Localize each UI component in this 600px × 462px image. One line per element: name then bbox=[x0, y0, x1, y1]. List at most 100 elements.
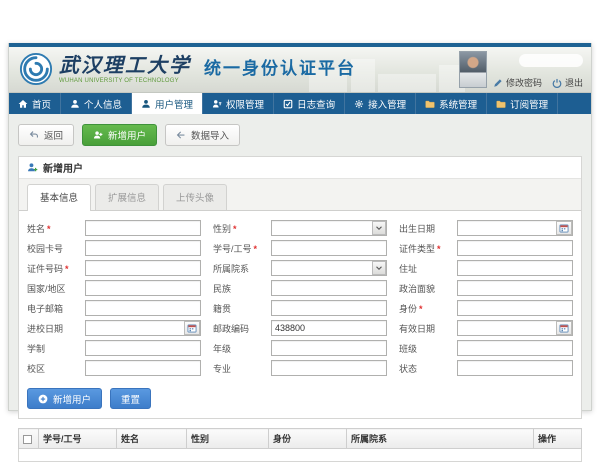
app-window: 武汉理工大学 WUHAN UNIVERSITY OF TECHNOLOGY 统一… bbox=[8, 43, 592, 411]
id-number-input[interactable] bbox=[85, 260, 201, 276]
native-place-input[interactable] bbox=[271, 300, 387, 316]
tab-extended-info[interactable]: 扩展信息 bbox=[95, 184, 159, 210]
table-col-department[interactable]: 所属院系 bbox=[347, 429, 534, 449]
form-tabs: 基本信息扩展信息上传头像 bbox=[19, 179, 581, 211]
department-select[interactable] bbox=[271, 260, 387, 276]
calendar-icon[interactable] bbox=[556, 221, 572, 235]
postal-code-input[interactable] bbox=[271, 320, 387, 336]
nav-tab-users[interactable]: 用户管理 bbox=[132, 93, 203, 114]
add-user-icon bbox=[93, 130, 103, 140]
table-header-row: 学号/工号姓名性别身份所属院系操作 bbox=[19, 429, 582, 449]
gear-icon bbox=[354, 99, 364, 109]
nav-tab-label: 权限管理 bbox=[226, 97, 264, 111]
change-password-label: 修改密码 bbox=[506, 76, 542, 89]
folder-icon bbox=[425, 99, 435, 109]
change-password-link[interactable]: 修改密码 bbox=[493, 76, 542, 89]
grade-input[interactable] bbox=[271, 340, 387, 356]
political-status-input[interactable] bbox=[457, 280, 573, 296]
add-user-toolbar-button[interactable]: 新增用户 bbox=[82, 124, 157, 146]
gender-select[interactable] bbox=[271, 220, 387, 236]
nav-tab-label: 订阅管理 bbox=[510, 97, 548, 111]
app-header: 武汉理工大学 WUHAN UNIVERSITY OF TECHNOLOGY 统一… bbox=[9, 47, 591, 93]
class-input[interactable] bbox=[457, 340, 573, 356]
identity-input[interactable] bbox=[457, 300, 573, 316]
nav-tab-subscription[interactable]: 订阅管理 bbox=[487, 93, 558, 114]
data-import-button[interactable]: 数据导入 bbox=[165, 124, 240, 146]
form-area: 姓名*性别*出生日期校园卡号学号/工号*证件类型*证件号码*所属院系住址国家/地… bbox=[19, 211, 581, 418]
field-label: 有效日期 bbox=[399, 322, 457, 335]
nav-tab-system[interactable]: 系统管理 bbox=[416, 93, 487, 114]
form-field-campus: 校区 bbox=[27, 360, 201, 376]
form-field-native-place: 籍贯 bbox=[213, 300, 387, 316]
status-input[interactable] bbox=[457, 360, 573, 376]
campus-input[interactable] bbox=[85, 360, 201, 376]
panel-header: 新增用户 bbox=[19, 157, 581, 179]
power-icon bbox=[552, 78, 562, 88]
email-input[interactable] bbox=[85, 300, 201, 316]
user-add-icon bbox=[27, 162, 38, 173]
nav-tab-profile[interactable]: 个人信息 bbox=[61, 93, 132, 114]
plus-circle-icon bbox=[38, 394, 48, 404]
study-length-input[interactable] bbox=[85, 340, 201, 356]
nav-tab-permissions[interactable]: 权限管理 bbox=[203, 93, 274, 114]
field-label: 专业 bbox=[213, 362, 271, 375]
required-asterisk: * bbox=[437, 244, 441, 254]
form-field-gender: 性别* bbox=[213, 220, 387, 236]
id-type-input[interactable] bbox=[457, 240, 573, 256]
nav-tab-label: 个人信息 bbox=[84, 97, 122, 111]
back-button-label: 返回 bbox=[44, 128, 63, 142]
nav-tab-access[interactable]: 接入管理 bbox=[345, 93, 416, 114]
university-name: 武汉理工大学 WUHAN UNIVERSITY OF TECHNOLOGY bbox=[59, 55, 191, 84]
content-area: 返回 新增用户 数据导入 新增用户 基本信息扩 bbox=[9, 114, 591, 462]
form-field-major: 专业 bbox=[213, 360, 387, 376]
form-field-id-number: 证件号码* bbox=[27, 260, 201, 276]
table-col-gender[interactable]: 性别 bbox=[187, 429, 269, 449]
student-id-input[interactable] bbox=[271, 240, 387, 256]
pencil-icon bbox=[493, 78, 503, 88]
calendar-icon[interactable] bbox=[184, 321, 200, 335]
nav-tab-label: 用户管理 bbox=[155, 97, 193, 111]
submit-add-user-button[interactable]: 新增用户 bbox=[27, 388, 102, 409]
back-button[interactable]: 返回 bbox=[18, 124, 74, 146]
address-input[interactable] bbox=[457, 260, 573, 276]
campus-card-input[interactable] bbox=[85, 240, 201, 256]
form-field-status: 状态 bbox=[399, 360, 573, 376]
form-field-birth-date: 出生日期 bbox=[399, 220, 573, 236]
field-label: 所属院系 bbox=[213, 262, 271, 275]
chevron-down-icon[interactable] bbox=[372, 221, 386, 235]
table-col-identity[interactable]: 身份 bbox=[269, 429, 347, 449]
nav-tab-home[interactable]: 首页 bbox=[9, 93, 61, 114]
tab-basic-info[interactable]: 基本信息 bbox=[27, 184, 91, 211]
table-col-student-id[interactable]: 学号/工号 bbox=[39, 429, 117, 449]
field-label: 学制 bbox=[27, 342, 85, 355]
platform-title: 统一身份认证平台 bbox=[204, 54, 356, 79]
form-field-valid-date: 有效日期 bbox=[399, 320, 573, 336]
required-asterisk: * bbox=[65, 264, 69, 274]
tab-upload-avatar[interactable]: 上传头像 bbox=[163, 184, 227, 210]
logout-link[interactable]: 退出 bbox=[552, 76, 583, 89]
select-all-checkbox[interactable] bbox=[23, 435, 32, 444]
field-label: 姓名* bbox=[27, 222, 85, 235]
reset-label: 重置 bbox=[121, 392, 140, 406]
form-field-identity: 身份* bbox=[399, 300, 573, 316]
skyline-decoration bbox=[378, 74, 436, 92]
nav-tab-logs[interactable]: 日志查询 bbox=[274, 93, 345, 114]
name-input[interactable] bbox=[85, 220, 201, 236]
field-label: 校园卡号 bbox=[27, 242, 85, 255]
avatar[interactable] bbox=[459, 51, 487, 88]
chevron-down-icon[interactable] bbox=[372, 261, 386, 275]
ethnicity-input[interactable] bbox=[271, 280, 387, 296]
add-user-panel: 新增用户 基本信息扩展信息上传头像 姓名*性别*出生日期校园卡号学号/工号*证件… bbox=[18, 156, 582, 419]
form-field-department: 所属院系 bbox=[213, 260, 387, 276]
users-table: 学号/工号姓名性别身份所属院系操作 bbox=[18, 428, 582, 462]
reset-button[interactable]: 重置 bbox=[110, 388, 151, 409]
table-col-name[interactable]: 姓名 bbox=[117, 429, 187, 449]
table-col-actions[interactable]: 操作 bbox=[534, 429, 582, 449]
university-name-cn: 武汉理工大学 bbox=[59, 55, 191, 78]
university-name-en: WUHAN UNIVERSITY OF TECHNOLOGY bbox=[59, 78, 191, 84]
major-input[interactable] bbox=[271, 360, 387, 376]
field-label: 证件类型* bbox=[399, 242, 457, 255]
key-person-icon bbox=[212, 99, 222, 109]
calendar-icon[interactable] bbox=[556, 321, 572, 335]
country-input[interactable] bbox=[85, 280, 201, 296]
